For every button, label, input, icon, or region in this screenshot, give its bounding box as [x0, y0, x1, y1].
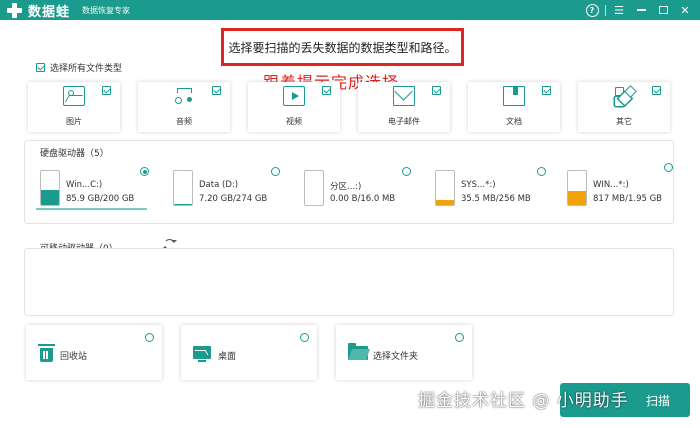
drive-item[interactable]: 分区...:) 0.00 B/16.0 MB	[304, 170, 414, 210]
location-recycle-bin[interactable]: 回收站	[26, 325, 162, 380]
close-icon: ✕	[680, 3, 690, 17]
drive-icon	[40, 170, 60, 206]
file-type-label: 视频	[286, 117, 302, 126]
drive-size: 85.9 GB/200 GB	[66, 194, 135, 204]
app-logo: 数据蛙 数据恢复专家	[6, 1, 130, 20]
desktop-icon	[193, 346, 211, 362]
location-label: 桌面	[218, 352, 237, 362]
select-all-label: 选择所有文件类型	[50, 64, 123, 74]
window-controls: ? ☰ ✕	[581, 2, 696, 18]
drive-radio[interactable]	[271, 167, 280, 176]
question-circle-icon: ?	[585, 3, 599, 17]
app-brand: 数据蛙	[28, 5, 71, 20]
close-button[interactable]: ✕	[674, 2, 696, 18]
title-bar: 数据蛙 数据恢复专家 ? ☰ ✕	[0, 0, 700, 20]
file-type-other[interactable]: 其它	[578, 82, 670, 132]
file-type-checkbox[interactable]	[102, 86, 111, 95]
file-type-video[interactable]: 视频	[248, 82, 340, 132]
menu-button[interactable]: ☰	[608, 2, 630, 18]
drive-icon	[304, 170, 324, 206]
drive-size: 35.5 MB/256 MB	[461, 194, 531, 204]
drive-item[interactable]: WIN...*:) 817 MB/1.95 GB	[567, 170, 667, 210]
drive-usage-fill	[568, 190, 586, 205]
instruction-text: 选择要扫描的丢失数据的数据类型和路径。	[228, 40, 457, 55]
maximize-button[interactable]	[652, 2, 674, 18]
app-tagline: 数据恢复专家	[82, 6, 131, 15]
drive-radio[interactable]	[140, 167, 149, 176]
drive-name: Win...C:)	[66, 180, 103, 190]
drive-icon	[173, 170, 193, 206]
maximize-icon	[658, 6, 668, 14]
drive-size: 0.00 B/16.0 MB	[330, 194, 396, 204]
drive-usage-fill	[436, 200, 454, 205]
location-label: 选择文件夹	[373, 352, 419, 362]
file-type-image[interactable]: 图片	[28, 82, 120, 132]
drive-radio[interactable]	[402, 167, 411, 176]
select-all-checkbox[interactable]	[36, 63, 45, 72]
location-radio[interactable]	[455, 333, 464, 342]
drive-size: 817 MB/1.95 GB	[593, 194, 663, 204]
drive-icon	[435, 170, 455, 206]
select-all-types[interactable]: 选择所有文件类型	[36, 61, 122, 74]
file-type-label: 文档	[506, 117, 522, 126]
file-type-checkbox[interactable]	[432, 86, 441, 95]
file-type-checkbox[interactable]	[212, 86, 221, 95]
location-radio[interactable]	[145, 333, 154, 342]
removable-drive-panel	[24, 248, 674, 316]
file-type-checkbox[interactable]	[542, 86, 551, 95]
scan-button-label: 扫描	[645, 393, 670, 408]
file-type-label: 图片	[66, 117, 82, 126]
drive-item[interactable]: Data (D:) 7.20 GB/274 GB	[173, 170, 283, 210]
file-type-email[interactable]: 电子邮件	[358, 82, 450, 132]
file-type-checkbox[interactable]	[322, 86, 331, 95]
file-type-label: 音频	[176, 117, 192, 126]
drive-name: 分区...:)	[330, 182, 362, 192]
instruction-highlight: 选择要扫描的丢失数据的数据类型和路径。	[221, 28, 464, 66]
minimize-icon	[636, 9, 646, 11]
image-icon	[63, 86, 85, 106]
hard-drive-title: 硬盘驱动器（5）	[40, 149, 109, 159]
drive-icon	[567, 170, 587, 206]
help-button[interactable]: ?	[581, 2, 603, 18]
drive-name: Data (D:)	[199, 180, 239, 190]
hamburger-menu-icon: ☰	[614, 3, 624, 17]
file-type-audio[interactable]: 音频	[138, 82, 230, 132]
minimize-button[interactable]	[630, 2, 652, 18]
separator	[605, 4, 606, 16]
file-type-label: 电子邮件	[388, 117, 420, 126]
drive-radio[interactable]	[664, 163, 673, 172]
drive-item[interactable]: SYS...*:) 35.5 MB/256 MB	[435, 170, 545, 210]
drive-usage-fill	[174, 203, 192, 205]
folder-icon	[348, 343, 368, 360]
location-select-folder[interactable]: 选择文件夹	[336, 325, 472, 380]
watermark: 掘金技术社区 @ 小明助手	[418, 391, 629, 411]
document-icon	[503, 86, 525, 106]
drive-usage-fill	[41, 190, 59, 205]
drive-size: 7.20 GB/274 GB	[199, 194, 268, 204]
drive-name: WIN...*:)	[593, 180, 629, 190]
mail-icon	[393, 86, 415, 106]
location-desktop[interactable]: 桌面	[181, 325, 317, 380]
drive-radio[interactable]	[537, 167, 546, 176]
location-label: 回收站	[60, 352, 88, 362]
file-type-label: 其它	[616, 117, 632, 126]
music-icon	[173, 86, 195, 106]
recycle-bin-icon	[38, 344, 55, 362]
file-type-checkbox[interactable]	[652, 86, 661, 95]
drive-selected-underline	[36, 208, 147, 210]
plus-logo-icon	[6, 2, 23, 19]
file-type-document[interactable]: 文档	[468, 82, 560, 132]
video-icon	[283, 86, 305, 106]
drive-name: SYS...*:)	[461, 180, 496, 190]
drive-item[interactable]: Win...C:) 85.9 GB/200 GB	[40, 170, 150, 210]
other-files-icon	[613, 86, 635, 106]
location-radio[interactable]	[300, 333, 309, 342]
